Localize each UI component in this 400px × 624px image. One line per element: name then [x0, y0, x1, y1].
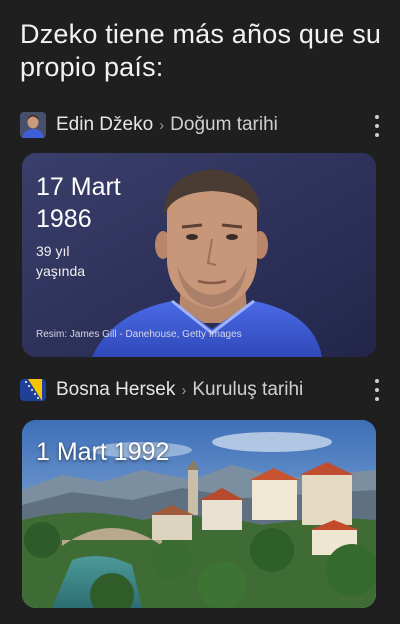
age-info: 39 yıl yaşında — [36, 241, 116, 281]
entity-name[interactable]: Bosna Hersek — [56, 379, 175, 400]
person-photo-icon — [20, 112, 46, 138]
breadcrumb-separator-icon: › — [159, 117, 165, 134]
meme-caption: Dzeko tiene más años que su propio país: — [20, 19, 382, 82]
more-options-icon[interactable] — [374, 379, 380, 401]
age-unit: yaşında — [36, 263, 86, 279]
result-header-bosnia[interactable]: Bosna Hersek › Kuruluş tarihi — [20, 375, 303, 405]
founding-date: 1 Mart 1992 — [36, 438, 170, 466]
breadcrumb-separator-icon: › — [181, 382, 187, 399]
age-value: 39 yıl — [36, 243, 70, 259]
image-credit[interactable]: Resim: James Gill - Danehouse, Getty Ima… — [36, 329, 242, 340]
bosnia-flag-icon — [20, 379, 46, 401]
entity-name[interactable]: Edin Džeko — [56, 114, 153, 135]
attribute-name[interactable]: Doğum tarihi — [170, 114, 278, 135]
more-options-icon[interactable] — [374, 115, 380, 137]
birth-date-card[interactable]: 17 Mart 1986 39 yıl yaşında Resim: James… — [22, 153, 376, 357]
attribute-name[interactable]: Kuruluş tarihi — [192, 379, 303, 400]
result-header-dzeko[interactable]: Edin Džeko › Doğum tarihi — [20, 110, 278, 140]
birth-date: 17 Mart 1986 — [36, 173, 121, 233]
founding-date-card[interactable]: 1 Mart 1992 — [22, 420, 376, 608]
